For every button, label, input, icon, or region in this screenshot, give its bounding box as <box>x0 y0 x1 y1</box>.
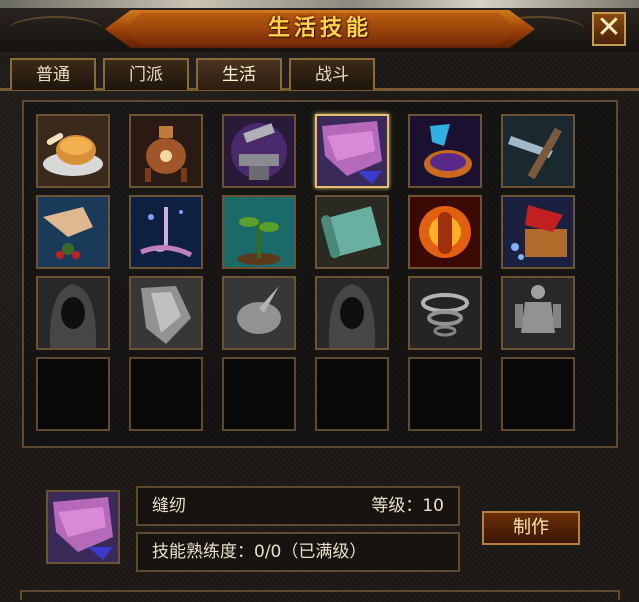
skill-slot[interactable] <box>36 114 110 188</box>
tab-life[interactable]: 生活 <box>196 58 282 90</box>
bottom-panel-edge <box>20 590 620 600</box>
empty-skill-slot <box>36 357 110 431</box>
selected-skill-icon <box>46 490 120 564</box>
empty-skill-slot <box>315 357 389 431</box>
tailoring-cloth-icon <box>48 492 118 562</box>
herb-gathering-icon <box>38 197 108 267</box>
anvil-hammer-icon <box>224 116 294 186</box>
potion-flask-icon <box>410 116 480 186</box>
tab-sect[interactable]: 门派 <box>103 58 189 90</box>
empty-skill-slot <box>408 357 482 431</box>
skill-proficiency-row: 技能熟练度：0/0（已满级） <box>136 532 460 572</box>
skill-slot[interactable] <box>408 114 482 188</box>
empty-skill-slot <box>129 357 203 431</box>
skill-slot[interactable] <box>129 114 203 188</box>
skill-slot[interactable] <box>36 276 110 350</box>
empty-skill-slot <box>222 357 296 431</box>
tab-combat[interactable]: 战斗 <box>289 58 375 90</box>
book-crafting-icon <box>503 197 573 267</box>
skill-slot[interactable] <box>315 195 389 269</box>
muscle-statue-icon <box>503 278 573 348</box>
skill-proficiency: 技能熟练度：0/0（已满级） <box>152 542 367 562</box>
skill-level: 等级：10 <box>371 496 444 516</box>
make-button[interactable]: 制作 <box>482 511 580 545</box>
skill-slot[interactable] <box>129 195 203 269</box>
fire-aura-icon <box>410 197 480 267</box>
roast-chicken-icon <box>38 116 108 186</box>
skill-slot[interactable] <box>315 114 389 188</box>
skill-name-row: 缝纫 等级：10 <box>136 486 460 526</box>
skill-slot[interactable] <box>408 276 482 350</box>
tailoring-cloth-icon <box>317 116 387 186</box>
skill-slot[interactable] <box>129 276 203 350</box>
skill-grid-panel <box>22 100 618 448</box>
shield-crest-icon <box>131 278 201 348</box>
skill-slot[interactable] <box>315 276 389 350</box>
sprout-planting-icon <box>224 197 294 267</box>
hooded-figure-icon <box>38 278 108 348</box>
skill-slot[interactable] <box>501 276 575 350</box>
fishing-hook-icon <box>131 197 201 267</box>
left-ornament <box>8 16 103 44</box>
skill-slot[interactable] <box>222 276 296 350</box>
alchemy-cauldron-icon <box>131 116 201 186</box>
tab-normal[interactable]: 普通 <box>10 58 96 90</box>
skill-slot[interactable] <box>408 195 482 269</box>
mining-pickaxe-icon <box>503 116 573 186</box>
whirlwind-icon <box>410 278 480 348</box>
empty-skill-slot <box>501 357 575 431</box>
skill-slot[interactable] <box>222 195 296 269</box>
bird-icon <box>224 278 294 348</box>
skill-slot[interactable] <box>501 195 575 269</box>
skill-slot[interactable] <box>36 195 110 269</box>
scroll-icon <box>317 197 387 267</box>
skill-name: 缝纫 <box>152 496 186 516</box>
skill-slot[interactable] <box>501 114 575 188</box>
hooded-figure-icon <box>317 278 387 348</box>
skill-slot[interactable] <box>222 114 296 188</box>
close-button[interactable]: ✕ <box>592 12 626 46</box>
window-title: 生活技能 <box>267 16 372 41</box>
